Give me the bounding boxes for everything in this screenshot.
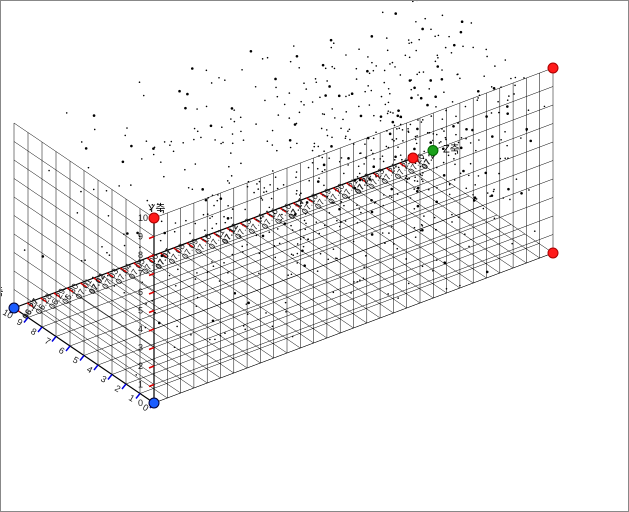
corner-marker-green xyxy=(428,146,438,156)
chart-3d-scatter: 06.2706.2806.2906.3007.0107.0207.0307.04… xyxy=(0,0,629,512)
scene-svg: 06.2706.2806.2906.3007.0107.0207.0307.04… xyxy=(1,1,629,512)
corner-markers xyxy=(9,63,558,408)
x-tick-label: 8 xyxy=(29,326,38,337)
y-tick-label: 5 xyxy=(138,306,143,316)
x-tick-label: 9 xyxy=(15,317,24,328)
corner-marker-blue xyxy=(9,303,19,313)
y-ticks xyxy=(149,218,154,405)
x-tick-label: 4 xyxy=(85,364,94,375)
x-tick-label: 1 xyxy=(127,393,136,404)
scatter-points xyxy=(24,1,545,376)
y-tick-label: 0 xyxy=(138,398,143,408)
y-tick-label: 1 xyxy=(138,380,143,390)
y-tick-label: 8 xyxy=(138,250,143,260)
y-tick-label: 6 xyxy=(138,287,143,297)
x-tick-label: 5 xyxy=(71,355,80,366)
y-tick-label: 10 xyxy=(138,213,148,223)
corner-marker-blue xyxy=(149,398,159,408)
x-axis-label: X축 xyxy=(1,285,3,298)
x-tick-label: 2 xyxy=(113,383,122,394)
y-tick-label: 7 xyxy=(138,269,143,279)
corner-marker-red xyxy=(548,248,558,258)
y-tick-label: 2 xyxy=(138,361,143,371)
y-tick-label: 3 xyxy=(138,343,143,353)
z-axis-label: Z축 xyxy=(443,143,460,156)
y-tick-label: 4 xyxy=(138,324,143,334)
x-tick-label: 3 xyxy=(99,374,108,385)
x-tick-label: 7 xyxy=(43,336,52,347)
corner-marker-red xyxy=(408,153,418,163)
corner-marker-red xyxy=(548,63,558,73)
axes xyxy=(14,158,413,403)
y-axis-label: Y축 xyxy=(148,202,165,215)
x-tick-label: 6 xyxy=(57,345,66,356)
